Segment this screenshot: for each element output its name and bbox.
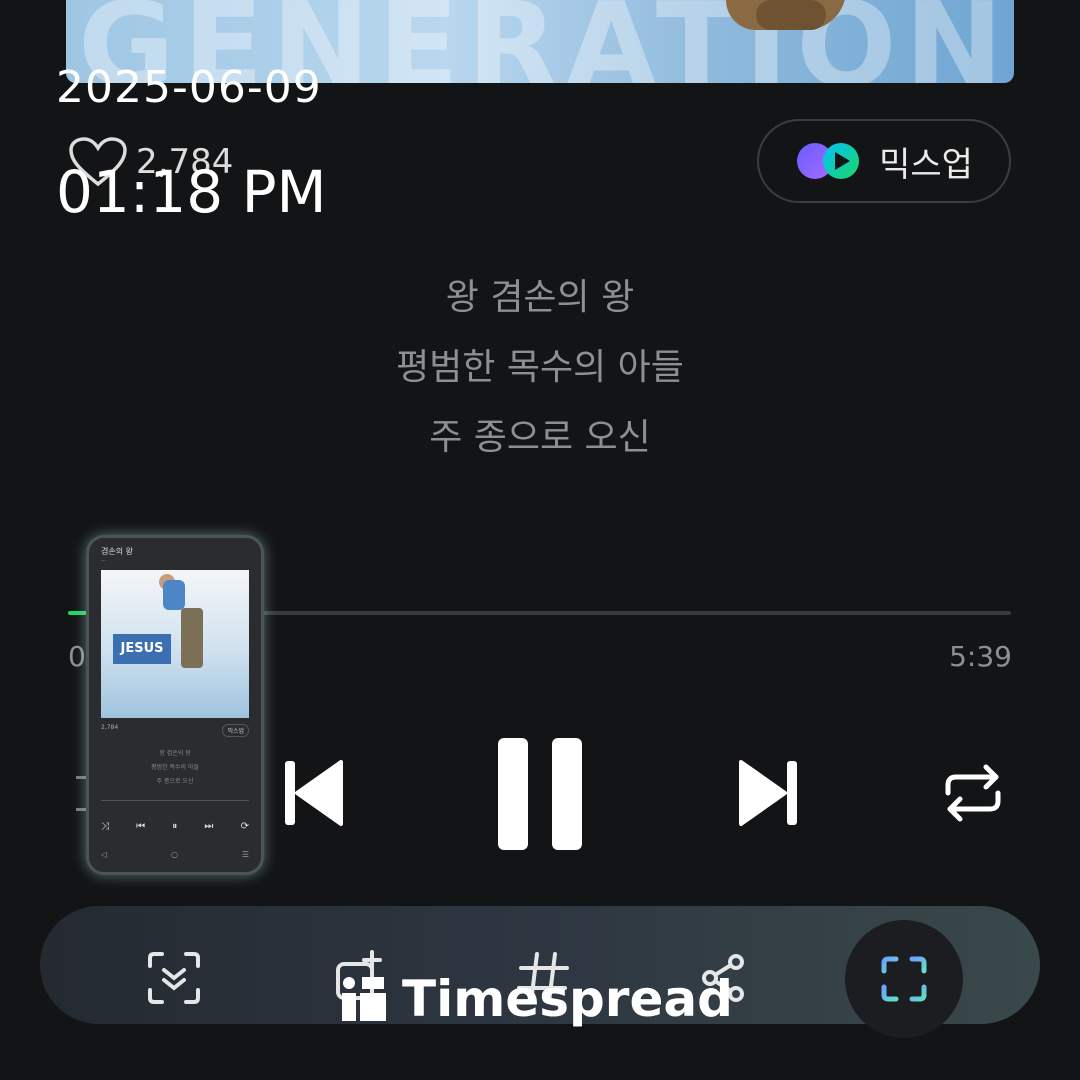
scroll-capture-button[interactable] <box>146 950 202 1006</box>
lyrics-panel[interactable]: 왕 겸손의 왕 평범한 목수의 아들 주 종으로 오신 <box>0 272 1080 482</box>
thumbnail-figure-legs <box>181 608 203 668</box>
screenshot-thumbnail[interactable]: 겸손의 왕 ... JESUS 2,784 믹스업 왕 겸손의 왕 평범한 목수… <box>86 535 264 875</box>
thumbnail-prev-icon: ⏮ <box>136 821 146 832</box>
next-button[interactable] <box>737 758 799 828</box>
thumbnail-bottom-row: ◁ ○ ☰ <box>101 850 249 859</box>
thumbnail-lyric-line: 주 종으로 오신 <box>156 778 194 785</box>
thumbnail-repeat-icon: ⟳ <box>240 821 249 832</box>
thumbnail-lyric-line: 평범한 목수의 아들 <box>151 764 199 771</box>
lyric-line: 왕 겸손의 왕 <box>445 277 635 318</box>
thumbnail-mixup: 믹스업 <box>222 724 249 737</box>
mixup-icon <box>797 143 860 179</box>
progress-fill <box>68 611 87 615</box>
album-art-figure-shadow <box>756 0 826 30</box>
thumbnail-lyric-line: 왕 겸손의 왕 <box>159 750 191 757</box>
repeat-icon <box>945 764 1001 822</box>
lyric-line: 주 종으로 오신 <box>429 417 651 458</box>
timespread-logo-icon <box>342 977 386 1021</box>
previous-button[interactable] <box>283 758 345 828</box>
thumbnail-album-art: JESUS <box>101 570 249 718</box>
timestamp-date: 2025-06-09 <box>56 62 322 113</box>
thumbnail-artist: ... <box>101 556 107 563</box>
capture-frame-icon <box>881 956 927 1002</box>
shuffle-icon-fragment <box>76 776 86 779</box>
thumbnail-shuffle-icon: ⤨ <box>101 821 109 832</box>
capture-button[interactable] <box>845 920 963 1038</box>
lyric-line: 평범한 목수의 아들 <box>396 347 684 388</box>
thumbnail-volume-icon: ◁ <box>101 850 108 859</box>
thumbnail-next-icon: ⏭ <box>204 821 214 832</box>
thumbnail-figure-body <box>163 580 185 610</box>
repeat-button[interactable] <box>940 763 1006 823</box>
watermark: Timespread <box>340 970 733 1028</box>
thumbnail-progress-bar <box>101 800 249 801</box>
thumbnail-meta-row: 2,784 믹스업 <box>101 724 249 737</box>
thumbnail-pause-icon: ⏸ <box>172 821 178 832</box>
thumbnail-list-icon: ☰ <box>241 850 249 859</box>
thumbnail-center-icon: ○ <box>171 850 178 859</box>
current-time: 0 <box>68 640 86 673</box>
shuffle-icon-fragment <box>76 808 86 811</box>
scroll-capture-icon <box>148 952 200 1004</box>
pause-icon <box>498 738 582 850</box>
thumbnail-controls: ⤨ ⏮ ⏸ ⏭ ⟳ <box>101 821 249 832</box>
pause-button[interactable] <box>496 736 584 852</box>
skip-next-icon <box>739 760 797 826</box>
mixup-label: 믹스업 <box>879 144 973 185</box>
total-time: 5:39 <box>949 640 1012 673</box>
thumbnail-like-count: 2,784 <box>101 724 119 731</box>
watermark-text: Timespread <box>402 970 733 1028</box>
skip-previous-icon <box>285 760 343 826</box>
thumbnail-art-text: JESUS <box>113 634 171 664</box>
timestamp-time: 01:18 PM <box>56 158 327 226</box>
mixup-button[interactable]: 믹스업 <box>757 119 1011 203</box>
